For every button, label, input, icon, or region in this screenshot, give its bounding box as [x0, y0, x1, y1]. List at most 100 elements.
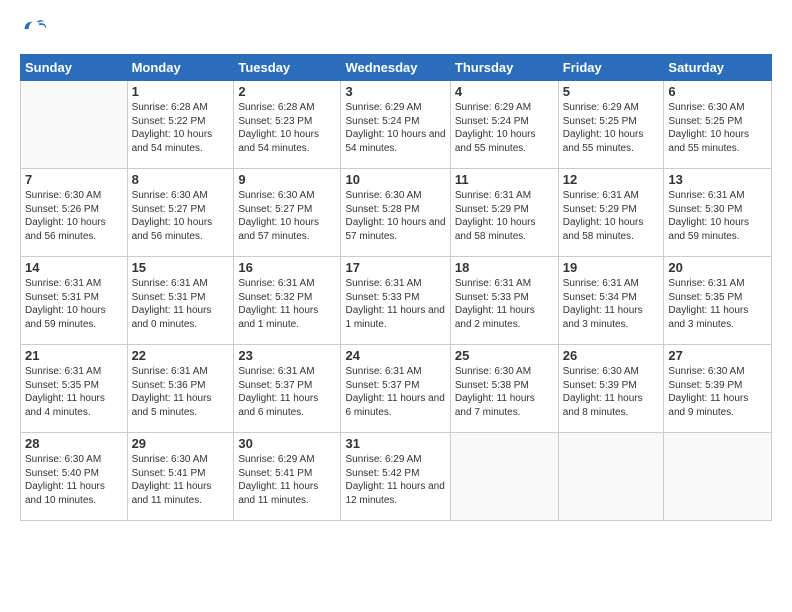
day-info: Sunrise: 6:31 AM Sunset: 5:29 PM Dayligh…	[563, 189, 660, 243]
day-number: 29	[132, 436, 230, 451]
calendar-cell	[21, 81, 128, 169]
calendar-cell: 25 Sunrise: 6:30 AM Sunset: 5:38 PM Dayli…	[450, 345, 558, 433]
day-info: Sunrise: 6:31 AM Sunset: 5:37 PM Dayligh…	[345, 365, 445, 419]
calendar-table: SundayMondayTuesdayWednesdayThursdayFrid…	[20, 54, 772, 521]
day-number: 20	[668, 260, 767, 275]
calendar-cell: 18Sunrise: 6:31 AM Sunset: 5:33 PM Dayli…	[450, 257, 558, 345]
day-info: Sunrise: 6:31 AM Sunset: 5:31 PM Dayligh…	[25, 277, 123, 331]
calendar-cell: 4 Sunrise: 6:29 AM Sunset: 5:24 PM Daylig…	[450, 81, 558, 169]
calendar-cell: 22 Sunrise: 6:31 AM Sunset: 5:36 PM Dayli…	[127, 345, 234, 433]
day-info: Sunrise: 6:31 AM Sunset: 5:30 PM Dayligh…	[668, 189, 767, 243]
day-number: 11	[455, 172, 554, 187]
calendar-cell: 24 Sunrise: 6:31 AM Sunset: 5:37 PM Dayli…	[341, 345, 450, 433]
day-info: Sunrise: 6:29 AM Sunset: 5:42 PM Dayligh…	[345, 453, 445, 507]
calendar-cell: 10 Sunrise: 6:30 AM Sunset: 5:28 PM Dayli…	[341, 169, 450, 257]
day-info: Sunrise: 6:31 AM Sunset: 5:32 PM Dayligh…	[238, 277, 336, 331]
day-info: Sunrise: 6:30 AM Sunset: 5:28 PM Dayligh…	[345, 189, 445, 243]
day-info: Sunrise: 6:31 AM Sunset: 5:33 PM Dayligh…	[345, 277, 445, 331]
logo	[20, 16, 52, 44]
calendar-cell: 15Sunrise: 6:31 AM Sunset: 5:31 PM Dayli…	[127, 257, 234, 345]
day-number: 5	[563, 84, 660, 99]
calendar-week-1: 1Sunrise: 6:28 AM Sunset: 5:22 PM Daylig…	[21, 81, 772, 169]
day-number: 22	[132, 348, 230, 363]
weekday-header-thursday: Thursday	[450, 55, 558, 81]
day-info: Sunrise: 6:31 AM Sunset: 5:29 PM Dayligh…	[455, 189, 554, 243]
logo-icon	[20, 16, 48, 44]
day-number: 23	[238, 348, 336, 363]
day-number: 14	[25, 260, 123, 275]
calendar-cell	[558, 433, 664, 521]
weekday-header-wednesday: Wednesday	[341, 55, 450, 81]
calendar-cell: 11 Sunrise: 6:31 AM Sunset: 5:29 PM Dayli…	[450, 169, 558, 257]
day-number: 18	[455, 260, 554, 275]
day-info: Sunrise: 6:28 AM Sunset: 5:22 PM Dayligh…	[132, 101, 230, 155]
day-number: 9	[238, 172, 336, 187]
calendar-week-2: 7Sunrise: 6:30 AM Sunset: 5:26 PM Daylig…	[21, 169, 772, 257]
calendar-week-3: 14 Sunrise: 6:31 AM Sunset: 5:31 PM Dayli…	[21, 257, 772, 345]
day-info: Sunrise: 6:29 AM Sunset: 5:24 PM Dayligh…	[345, 101, 445, 155]
day-number: 4	[455, 84, 554, 99]
day-info: Sunrise: 6:31 AM Sunset: 5:34 PM Dayligh…	[563, 277, 660, 331]
day-number: 31	[345, 436, 445, 451]
day-info: Sunrise: 6:31 AM Sunset: 5:37 PM Dayligh…	[238, 365, 336, 419]
weekday-header-tuesday: Tuesday	[234, 55, 341, 81]
day-number: 24	[345, 348, 445, 363]
calendar-cell	[450, 433, 558, 521]
calendar-cell: 14 Sunrise: 6:31 AM Sunset: 5:31 PM Dayli…	[21, 257, 128, 345]
day-number: 12	[563, 172, 660, 187]
day-info: Sunrise: 6:30 AM Sunset: 5:38 PM Dayligh…	[455, 365, 554, 419]
day-info: Sunrise: 6:30 AM Sunset: 5:40 PM Dayligh…	[25, 453, 123, 507]
calendar-cell: 28 Sunrise: 6:30 AM Sunset: 5:40 PM Dayli…	[21, 433, 128, 521]
header	[20, 16, 772, 44]
weekday-header-friday: Friday	[558, 55, 664, 81]
calendar-cell: 29Sunrise: 6:30 AM Sunset: 5:41 PM Dayli…	[127, 433, 234, 521]
day-number: 28	[25, 436, 123, 451]
calendar-cell: 12 Sunrise: 6:31 AM Sunset: 5:29 PM Dayli…	[558, 169, 664, 257]
day-number: 10	[345, 172, 445, 187]
day-info: Sunrise: 6:30 AM Sunset: 5:39 PM Dayligh…	[563, 365, 660, 419]
day-number: 21	[25, 348, 123, 363]
day-info: Sunrise: 6:30 AM Sunset: 5:25 PM Dayligh…	[668, 101, 767, 155]
day-info: Sunrise: 6:30 AM Sunset: 5:27 PM Dayligh…	[238, 189, 336, 243]
day-info: Sunrise: 6:29 AM Sunset: 5:25 PM Dayligh…	[563, 101, 660, 155]
calendar-cell: 21 Sunrise: 6:31 AM Sunset: 5:35 PM Dayli…	[21, 345, 128, 433]
calendar-cell: 27Sunrise: 6:30 AM Sunset: 5:39 PM Dayli…	[664, 345, 772, 433]
day-info: Sunrise: 6:30 AM Sunset: 5:26 PM Dayligh…	[25, 189, 123, 243]
day-number: 16	[238, 260, 336, 275]
calendar-cell: 8 Sunrise: 6:30 AM Sunset: 5:27 PM Daylig…	[127, 169, 234, 257]
calendar-cell: 1Sunrise: 6:28 AM Sunset: 5:22 PM Daylig…	[127, 81, 234, 169]
day-info: Sunrise: 6:31 AM Sunset: 5:35 PM Dayligh…	[25, 365, 123, 419]
calendar-cell: 31 Sunrise: 6:29 AM Sunset: 5:42 PM Dayli…	[341, 433, 450, 521]
day-number: 6	[668, 84, 767, 99]
day-info: Sunrise: 6:29 AM Sunset: 5:41 PM Dayligh…	[238, 453, 336, 507]
calendar-cell: 26Sunrise: 6:30 AM Sunset: 5:39 PM Dayli…	[558, 345, 664, 433]
day-info: Sunrise: 6:31 AM Sunset: 5:36 PM Dayligh…	[132, 365, 230, 419]
calendar-cell: 5 Sunrise: 6:29 AM Sunset: 5:25 PM Daylig…	[558, 81, 664, 169]
weekday-header-monday: Monday	[127, 55, 234, 81]
calendar-cell: 17 Sunrise: 6:31 AM Sunset: 5:33 PM Dayli…	[341, 257, 450, 345]
day-info: Sunrise: 6:30 AM Sunset: 5:27 PM Dayligh…	[132, 189, 230, 243]
weekday-header-sunday: Sunday	[21, 55, 128, 81]
calendar-week-5: 28 Sunrise: 6:30 AM Sunset: 5:40 PM Dayli…	[21, 433, 772, 521]
day-number: 13	[668, 172, 767, 187]
day-info: Sunrise: 6:31 AM Sunset: 5:35 PM Dayligh…	[668, 277, 767, 331]
calendar-cell: 9 Sunrise: 6:30 AM Sunset: 5:27 PM Daylig…	[234, 169, 341, 257]
weekday-header-row: SundayMondayTuesdayWednesdayThursdayFrid…	[21, 55, 772, 81]
day-info: Sunrise: 6:29 AM Sunset: 5:24 PM Dayligh…	[455, 101, 554, 155]
calendar-cell: 2 Sunrise: 6:28 AM Sunset: 5:23 PM Daylig…	[234, 81, 341, 169]
day-number: 8	[132, 172, 230, 187]
calendar-cell: 13 Sunrise: 6:31 AM Sunset: 5:30 PM Dayli…	[664, 169, 772, 257]
day-number: 17	[345, 260, 445, 275]
calendar-cell	[664, 433, 772, 521]
day-info: Sunrise: 6:31 AM Sunset: 5:31 PM Dayligh…	[132, 277, 230, 331]
day-number: 19	[563, 260, 660, 275]
calendar-cell: 6 Sunrise: 6:30 AM Sunset: 5:25 PM Daylig…	[664, 81, 772, 169]
calendar-cell: 20 Sunrise: 6:31 AM Sunset: 5:35 PM Dayli…	[664, 257, 772, 345]
calendar-cell: 19 Sunrise: 6:31 AM Sunset: 5:34 PM Dayli…	[558, 257, 664, 345]
calendar-cell: 30Sunrise: 6:29 AM Sunset: 5:41 PM Dayli…	[234, 433, 341, 521]
day-number: 2	[238, 84, 336, 99]
calendar-cell: 3Sunrise: 6:29 AM Sunset: 5:24 PM Daylig…	[341, 81, 450, 169]
weekday-header-saturday: Saturday	[664, 55, 772, 81]
day-number: 25	[455, 348, 554, 363]
day-info: Sunrise: 6:28 AM Sunset: 5:23 PM Dayligh…	[238, 101, 336, 155]
